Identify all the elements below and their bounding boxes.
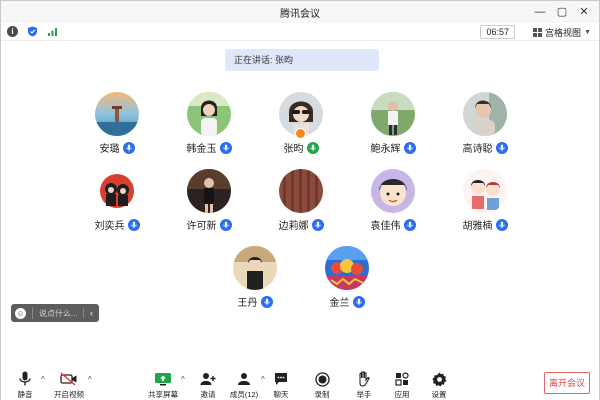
info-icon[interactable]: i: [7, 26, 18, 37]
close-button[interactable]: ✕: [573, 1, 595, 23]
participant-avatar: [95, 92, 139, 136]
meeting-top-bar: i 06:57 宫格视图 ▼: [1, 23, 599, 41]
video-label: 开启视频: [54, 390, 84, 399]
microphone-icon: [5, 371, 45, 387]
microphone-icon: [495, 141, 508, 154]
participant-avatar: [371, 92, 415, 136]
start-video-button[interactable]: 开启视频: [49, 371, 89, 400]
raise-hand-label: 举手: [356, 390, 372, 399]
host-badge-icon: [295, 128, 306, 139]
chat-icon: [261, 371, 301, 387]
speaking-label: 正在讲话:: [234, 55, 273, 65]
hand-icon: [344, 371, 384, 387]
apps-label: 应用: [394, 390, 410, 399]
maximize-button[interactable]: ▢: [551, 1, 573, 23]
microphone-icon: [403, 218, 416, 231]
participant-name: 刘奕兵: [94, 221, 125, 232]
participant-name: 安璐: [99, 144, 120, 155]
participant-avatar: [279, 169, 323, 213]
invite-button[interactable]: 邀请: [188, 371, 228, 400]
microphone-icon: [311, 218, 324, 231]
participant-name: 胡雅楠: [462, 221, 493, 232]
members-label: 成员(12): [229, 390, 259, 399]
bottom-toolbar: 静音 ^ 开启视频 ^ 共享屏幕 ^ 邀请 成员(12) ^ 聊天 录制 举手 …: [1, 365, 599, 400]
active-speaker-banner: 正在讲话: 张昀: [225, 49, 379, 71]
chevron-up-icon[interactable]: ^: [88, 375, 92, 384]
chat-button[interactable]: 聊天: [261, 371, 301, 400]
microphone-icon: [352, 295, 365, 308]
mute-button[interactable]: 静音: [5, 371, 45, 400]
participant-name: 许可新: [186, 221, 217, 232]
microphone-speaking-icon: [306, 141, 319, 154]
chevron-up-icon[interactable]: ^: [41, 375, 45, 384]
invite-label: 邀请: [200, 390, 216, 399]
view-mode-label: 宫格视图: [545, 27, 582, 38]
chevron-left-icon[interactable]: ‹: [83, 308, 99, 318]
participant-avatar: [371, 169, 415, 213]
participant-avatar: [463, 169, 507, 213]
microphone-icon: [260, 295, 273, 308]
microphone-icon: [219, 141, 232, 154]
participant-name: 张昀: [283, 144, 304, 155]
grid-view-icon: [533, 27, 543, 37]
settings-button[interactable]: 设置: [419, 371, 459, 400]
invite-icon: [188, 371, 228, 387]
participant-avatar: [187, 169, 231, 213]
window-title: 腾讯会议: [280, 8, 320, 20]
chevron-down-icon: ▼: [584, 28, 591, 36]
participant-avatar: [95, 169, 139, 213]
record-icon: [302, 371, 342, 387]
video-off-icon: [49, 371, 89, 387]
minimize-button[interactable]: —: [529, 1, 551, 23]
members-button[interactable]: 成员(12): [224, 371, 264, 400]
participant-name: 鲍永辉: [370, 144, 401, 155]
raise-hand-button[interactable]: 举手: [344, 371, 384, 400]
participant-avatar: [463, 92, 507, 136]
chat-input[interactable]: 说点什么...: [39, 308, 83, 319]
apps-button[interactable]: 应用: [382, 371, 422, 400]
mute-label: 静音: [17, 390, 33, 399]
title-bar: 腾讯会议 — ▢ ✕: [1, 1, 599, 23]
microphone-icon: [127, 218, 140, 231]
emoji-icon[interactable]: ☺: [15, 307, 26, 319]
microphone-icon: [495, 218, 508, 231]
microphone-icon: [219, 218, 232, 231]
meeting-window: 腾讯会议 — ▢ ✕ i 06:57 宫格视图 ▼ 正在讲话: 张昀 安璐 韩金…: [0, 0, 600, 400]
microphone-icon: [403, 141, 416, 154]
participant-avatar: [325, 246, 369, 290]
apps-icon: [382, 371, 422, 387]
participant-name: 高诗聪: [462, 144, 493, 155]
chat-label: 聊天: [273, 390, 289, 399]
record-label: 录制: [314, 390, 330, 399]
signal-icon[interactable]: [47, 26, 58, 37]
share-screen-icon: [143, 371, 183, 387]
participant-name: 边莉娜: [278, 221, 309, 232]
speaking-name: 张昀: [275, 55, 294, 65]
participant-avatar: [233, 246, 277, 290]
chevron-up-icon[interactable]: ^: [181, 375, 185, 384]
participant-name: 王丹: [237, 298, 258, 309]
gear-icon: [419, 371, 459, 387]
participant-name: 金兰: [329, 298, 350, 309]
microphone-icon: [122, 141, 135, 154]
view-mode-button[interactable]: 宫格视图 ▼: [533, 25, 591, 39]
shield-icon[interactable]: [27, 26, 38, 37]
settings-label: 设置: [431, 390, 447, 399]
members-icon: [224, 371, 264, 387]
chat-input-bar[interactable]: ☺ 说点什么... ‹: [11, 304, 99, 322]
share-screen-button[interactable]: 共享屏幕: [143, 371, 183, 400]
participant-name: 袁佳伟: [370, 221, 401, 232]
meeting-timer: 06:57: [480, 25, 515, 39]
window-controls: — ▢ ✕: [529, 1, 595, 23]
participant-name: 韩金玉: [186, 144, 217, 155]
share-label: 共享屏幕: [148, 390, 178, 399]
participant-avatar: [187, 92, 231, 136]
leave-meeting-button[interactable]: 离开会议: [544, 372, 590, 394]
record-button[interactable]: 录制: [302, 371, 342, 400]
